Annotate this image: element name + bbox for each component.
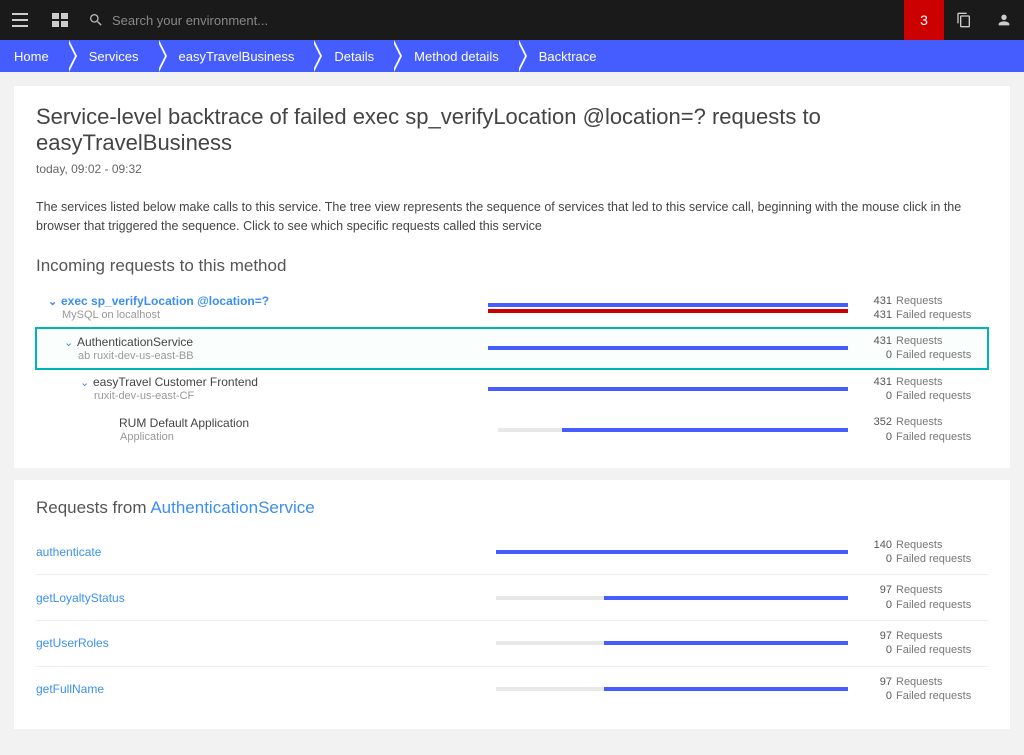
main-panel: Service-level backtrace of failed exec s… — [14, 86, 1010, 468]
crumb-method-details[interactable]: Method details — [392, 40, 517, 72]
dashboard-button[interactable] — [40, 0, 80, 40]
counts: 97Requests0Failed requests — [868, 675, 988, 704]
incoming-heading: Incoming requests to this method — [36, 256, 988, 276]
crumb-service-name[interactable]: easyTravelBusiness — [157, 40, 313, 72]
search-input[interactable] — [104, 5, 404, 36]
search-icon — [88, 12, 104, 28]
counts: 140Requests0Failed requests — [868, 538, 988, 567]
request-bar — [488, 387, 868, 391]
hamburger-icon — [12, 13, 28, 27]
timerange: today, 09:02 - 09:32 — [36, 162, 988, 176]
crumb-services[interactable]: Services — [67, 40, 157, 72]
chevron-down-icon: ⌄ — [64, 336, 74, 349]
tree-row-title: sp_verifyLocation @location=? — [91, 294, 269, 308]
grid-icon — [52, 13, 68, 27]
tree-row-subtitle: ruxit-dev-us-east-CF — [94, 390, 488, 402]
request-row[interactable]: getUserRoles 97Requests0Failed requests — [36, 620, 988, 666]
tree-row-title: easyTravel Customer Frontend — [93, 375, 258, 389]
crumb-home[interactable]: Home — [0, 40, 67, 72]
request-name[interactable]: getLoyaltyStatus — [36, 591, 496, 605]
tree-row[interactable]: ⌄AuthenticationServiceab ruxit-dev-us-ea… — [36, 328, 988, 369]
tree-row[interactable]: RUM Default ApplicationApplication 352Req… — [36, 409, 988, 450]
counts: 97Requests0Failed requests — [868, 583, 988, 612]
user-icon — [996, 12, 1012, 28]
request-name[interactable]: authenticate — [36, 545, 496, 559]
page-title: Service-level backtrace of failed exec s… — [36, 104, 988, 156]
crumb-backtrace[interactable]: Backtrace — [517, 40, 615, 72]
tree-row-title: RUM Default Application — [119, 416, 249, 430]
tree-row-subtitle: MySQL on localhost — [62, 309, 488, 321]
user-menu[interactable] — [984, 0, 1024, 40]
incoming-tree: ⌄exec sp_verifyLocation @location=?MySQL… — [36, 288, 988, 450]
chevron-down-icon: ⌄ — [80, 376, 90, 389]
tree-row[interactable]: ⌄exec sp_verifyLocation @location=?MySQL… — [36, 288, 988, 329]
request-bar — [496, 550, 868, 554]
notification-badge[interactable]: 3 — [904, 0, 944, 40]
counts: 352Requests0Failed requests — [868, 415, 988, 444]
chevron-down-icon: ⌄ — [48, 295, 58, 308]
counts: 431Requests431Failed requests — [868, 294, 988, 323]
request-row[interactable]: authenticate 140Requests0Failed requests — [36, 530, 988, 575]
requests-service-link[interactable]: AuthenticationService — [150, 498, 314, 517]
request-bar — [496, 687, 868, 691]
search-wrap — [80, 5, 904, 36]
request-bar — [498, 428, 868, 432]
tree-row-title: AuthenticationService — [77, 335, 193, 349]
request-bar — [488, 346, 868, 350]
request-name[interactable]: getFullName — [36, 682, 496, 696]
request-row[interactable]: getFullName 97Requests0Failed requests — [36, 666, 988, 712]
tree-row[interactable]: ⌄easyTravel Customer Frontendruxit-dev-u… — [36, 369, 988, 410]
crumb-details[interactable]: Details — [312, 40, 392, 72]
tree-row-subtitle: ab ruxit-dev-us-east-BB — [78, 350, 488, 362]
breadcrumb: Home Services easyTravelBusiness Details… — [0, 40, 1024, 72]
request-row[interactable]: getLoyaltyStatus 97Requests0Failed reques… — [36, 574, 988, 620]
requests-heading: Requests from AuthenticationService — [36, 498, 988, 518]
requests-panel: Requests from AuthenticationService auth… — [14, 480, 1010, 729]
copy-icon — [956, 12, 972, 28]
menu-button[interactable] — [0, 0, 40, 40]
counts: 431Requests0Failed requests — [868, 375, 988, 404]
tree-row-subtitle: Application — [120, 431, 498, 443]
counts: 431Requests0Failed requests — [868, 334, 988, 363]
request-bar — [496, 641, 868, 645]
request-name[interactable]: getUserRoles — [36, 636, 496, 650]
request-bar — [488, 303, 868, 313]
topbar: 3 — [0, 0, 1024, 40]
copy-button[interactable] — [944, 0, 984, 40]
description: The services listed below make calls to … — [36, 198, 988, 236]
request-bar — [496, 596, 868, 600]
counts: 97Requests0Failed requests — [868, 629, 988, 658]
